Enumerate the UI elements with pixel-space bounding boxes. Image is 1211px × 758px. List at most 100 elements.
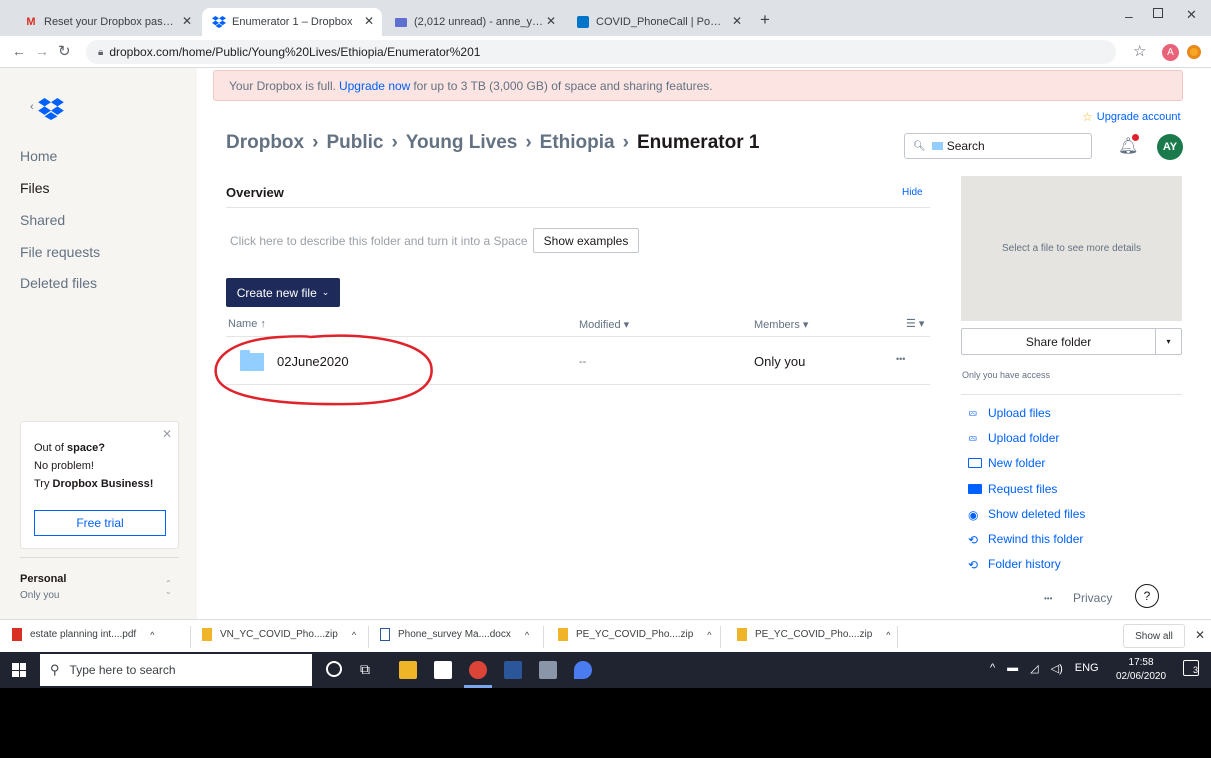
nav-files[interactable]: Files: [20, 180, 50, 196]
breadcrumb: Dropbox › Public › Young Lives › Ethiopi…: [226, 132, 759, 154]
new-folder-action[interactable]: New folder: [968, 456, 1045, 470]
upgrade-now-link[interactable]: Upgrade now: [339, 79, 410, 93]
chrome-icon[interactable]: [469, 661, 487, 679]
download-item[interactable]: Phone_survey Ma....docx ^: [380, 628, 529, 641]
browser-tab-box[interactable]: COVID_PhoneCall | Powered by B ✕: [566, 8, 750, 36]
minimize-window-icon[interactable]: –: [1125, 8, 1133, 24]
close-downloads-icon[interactable]: ✕: [1195, 628, 1205, 642]
zip-file-icon: [737, 628, 747, 641]
back-arrow-icon[interactable]: ←: [12, 43, 26, 59]
browser-tab-mail[interactable]: (2,012 unread) - anne_yates@yal ✕: [384, 8, 564, 36]
breadcrumb-dropbox[interactable]: Dropbox: [226, 132, 304, 154]
task-view-icon[interactable]: ⧉: [360, 661, 370, 678]
close-window-icon[interactable]: ✕: [1186, 7, 1197, 23]
cortana-icon[interactable]: [326, 661, 342, 677]
share-options-chevron-icon[interactable]: ▾: [1155, 329, 1181, 354]
new-tab-button[interactable]: +: [760, 10, 770, 30]
app-drop-icon[interactable]: [574, 661, 592, 679]
browser-tab-dropbox[interactable]: Enumerator 1 – Dropbox ✕: [202, 8, 382, 36]
collapse-sidebar-icon[interactable]: ‹: [30, 101, 34, 113]
footer-more-icon[interactable]: •••: [1044, 594, 1052, 603]
view-toggle-icon[interactable]: ☰ ▾: [906, 317, 924, 330]
gmail-icon: M: [26, 16, 36, 28]
describe-folder-text[interactable]: Click here to describe this folder and t…: [230, 234, 528, 248]
history-icon: ⟲: [968, 558, 979, 572]
zip-file-icon: [202, 628, 212, 641]
create-new-file-button[interactable]: Create new file ⌄: [226, 278, 340, 307]
close-tab-icon[interactable]: ✕: [732, 14, 742, 28]
close-promo-icon[interactable]: ✕: [162, 427, 172, 441]
download-item[interactable]: PE_YC_COVID_Pho....zip ^: [558, 628, 712, 641]
nav-file-requests[interactable]: File requests: [20, 244, 100, 260]
breadcrumb-separator: ›: [525, 132, 532, 153]
notifications-center-icon[interactable]: 3: [1183, 660, 1199, 676]
download-item[interactable]: PE_YC_COVID_Pho....zip ^: [737, 628, 891, 641]
address-bar[interactable]: 🔒︎ dropbox.com/home/Public/Young%20Lives…: [86, 40, 1116, 64]
search-input[interactable]: 🔍︎ Search: [904, 133, 1092, 159]
extension-icon[interactable]: [1187, 45, 1201, 59]
promo-line-1: Out of space?: [34, 442, 105, 454]
forward-arrow-icon[interactable]: →: [35, 43, 49, 59]
column-header-members[interactable]: Members ▾: [754, 318, 808, 331]
app-icon[interactable]: [539, 661, 557, 679]
nav-deleted-files[interactable]: Deleted files: [20, 275, 97, 291]
show-all-downloads-button[interactable]: Show all: [1123, 624, 1185, 648]
bookmark-star-icon[interactable]: ☆: [1133, 42, 1146, 60]
folder-history-action[interactable]: ⟲ Folder history: [968, 557, 1061, 572]
breadcrumb-ethiopia[interactable]: Ethiopia: [540, 132, 615, 154]
upgrade-account-link[interactable]: ☆ Upgrade account: [1082, 110, 1181, 124]
column-header-modified[interactable]: Modified ▾: [579, 318, 629, 331]
rewind-folder-action[interactable]: ⟲ Rewind this folder: [968, 532, 1083, 547]
more-options-icon[interactable]: •••: [896, 354, 905, 364]
browser-tab-gmail[interactable]: M Reset your Dropbox password - a ✕: [14, 8, 200, 36]
nav-home[interactable]: Home: [20, 148, 57, 164]
breadcrumb-separator: ›: [622, 132, 629, 153]
dropbox-logo-icon[interactable]: [38, 98, 64, 125]
upload-files-action[interactable]: ⮹ Upload files: [968, 406, 1051, 421]
profile-avatar[interactable]: A: [1162, 44, 1179, 61]
download-item[interactable]: estate planning int....pdf ^: [12, 628, 154, 641]
store-icon[interactable]: [434, 661, 452, 679]
chevron-up-icon: ^: [886, 629, 891, 640]
taskbar-search-input[interactable]: ⚲ Type here to search: [40, 654, 312, 686]
breadcrumb-public[interactable]: Public: [326, 132, 383, 154]
clock[interactable]: 17:58 02/06/2020: [1116, 656, 1166, 684]
download-item[interactable]: VN_YC_COVID_Pho....zip ^: [202, 628, 356, 641]
reload-icon[interactable]: ↻: [58, 42, 71, 60]
box-icon: [576, 15, 590, 29]
file-explorer-icon[interactable]: [399, 661, 417, 679]
browser-tab-bar: M Reset your Dropbox password - a ✕ Enum…: [0, 0, 1211, 36]
breadcrumb-young-lives[interactable]: Young Lives: [406, 132, 518, 154]
privacy-link[interactable]: Privacy: [1073, 591, 1112, 605]
details-divider: [961, 394, 1182, 395]
help-button[interactable]: ?: [1135, 584, 1159, 608]
close-tab-icon[interactable]: ✕: [364, 14, 374, 28]
user-avatar[interactable]: AY: [1157, 134, 1183, 160]
account-switcher-icon[interactable]: ⌃ ⌄: [165, 580, 172, 596]
breadcrumb-separator: ›: [391, 132, 398, 153]
close-tab-icon[interactable]: ✕: [182, 14, 192, 28]
chevron-up-icon: ^: [150, 629, 155, 640]
free-trial-button[interactable]: Free trial: [34, 510, 166, 536]
show-examples-button[interactable]: Show examples: [533, 228, 639, 253]
column-header-name[interactable]: Name ↑: [228, 318, 266, 330]
word-icon[interactable]: [504, 661, 522, 679]
hide-overview-link[interactable]: Hide: [902, 187, 923, 198]
nav-shared[interactable]: Shared: [20, 212, 65, 228]
close-tab-icon[interactable]: ✕: [546, 14, 556, 28]
share-folder-button[interactable]: Share folder: [962, 329, 1155, 354]
upload-folder-action[interactable]: ⮹ Upload folder: [968, 431, 1059, 446]
maximize-window-icon[interactable]: [1153, 8, 1163, 18]
rewind-icon: ⟲: [968, 533, 979, 547]
notification-dot: [1132, 134, 1139, 141]
browser-toolbar: ← → ↻ 🔒︎ dropbox.com/home/Public/Young%2…: [0, 36, 1211, 68]
account-subtitle: Only you: [20, 590, 60, 601]
file-modified: --: [579, 356, 587, 368]
active-app-indicator: [464, 685, 492, 688]
show-deleted-files-action[interactable]: ◉ Show deleted files: [968, 507, 1085, 522]
dropbox-icon: [212, 15, 226, 29]
system-tray[interactable]: ^ ▬ ◿ ◁) ENG: [990, 662, 1099, 675]
request-files-action[interactable]: Request files: [968, 482, 1057, 496]
windows-start-icon[interactable]: [12, 663, 26, 677]
windows-taskbar: ⚲ Type here to search ⧉ ^ ▬ ◿ ◁) ENG 17:…: [0, 652, 1211, 688]
